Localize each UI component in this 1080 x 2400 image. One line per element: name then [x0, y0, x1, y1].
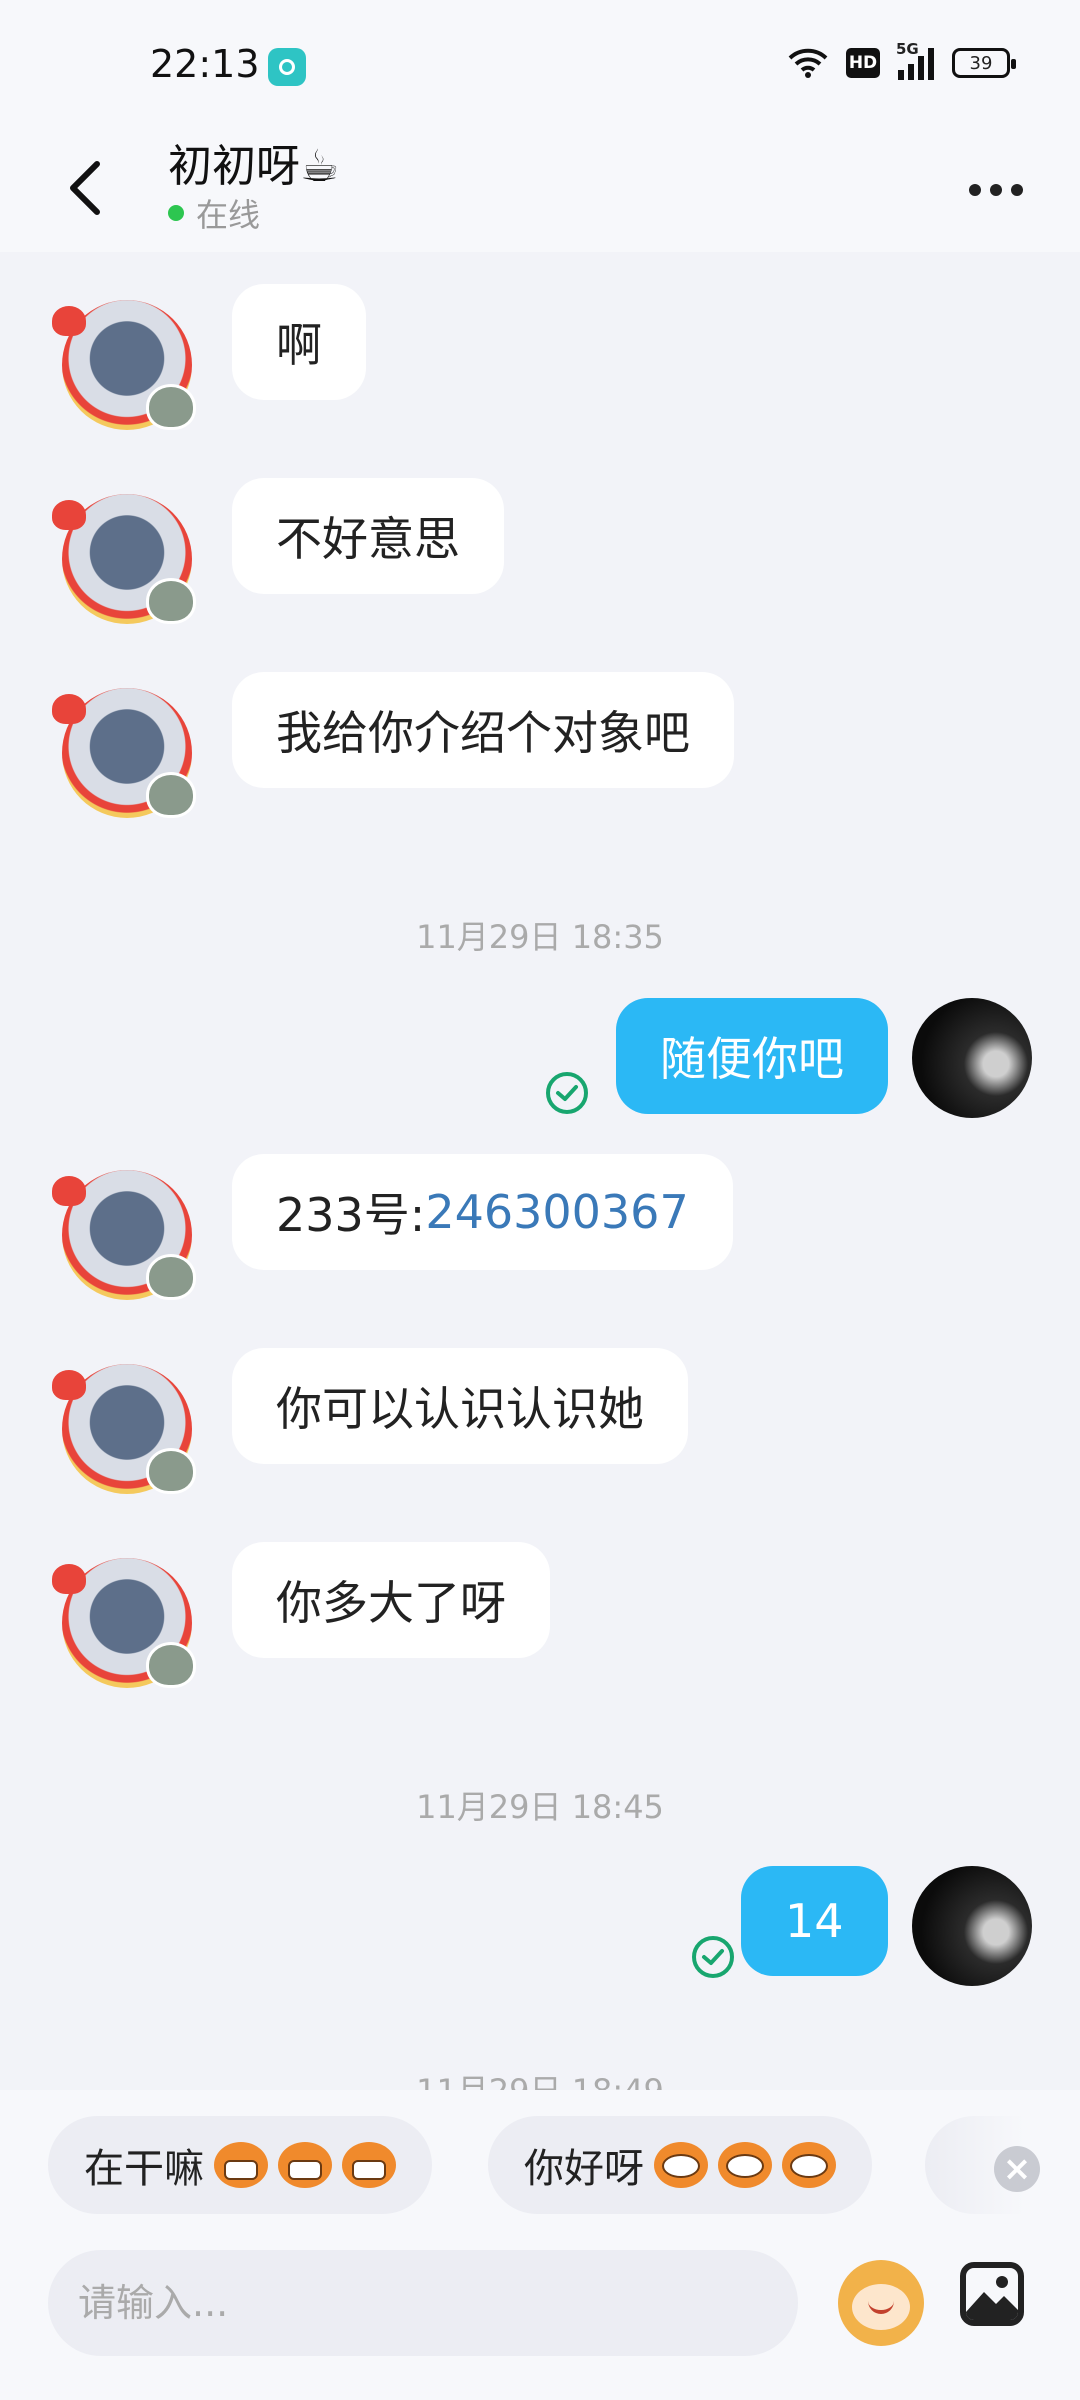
system-icons: HD 5G 39 [788, 40, 1016, 80]
quick-reply-chip[interactable]: 在干嘛 [48, 2116, 432, 2214]
outgoing-message[interactable]: 14 [741, 1866, 888, 1976]
quick-reply-text: 在干嘛 [84, 2146, 204, 2192]
contact-name[interactable]: 初初呀☕ [168, 130, 339, 194]
message-timestamp: 11月29日 18:35 [416, 918, 664, 956]
surprised-monkey-icon [654, 2142, 708, 2188]
my-avatar[interactable] [912, 998, 1032, 1118]
presence-status: 在线 [168, 190, 260, 236]
contact-avatar[interactable] [52, 494, 196, 624]
signal-label: 5G [896, 40, 919, 58]
hd-icon: HD [846, 48, 880, 78]
contact-avatar[interactable] [52, 688, 196, 818]
composer-bar [0, 2250, 1080, 2400]
my-avatar[interactable] [912, 1866, 1032, 1986]
status-bar: 22:13 HD 5G 39 [0, 0, 1080, 130]
contact-avatar[interactable] [52, 1170, 196, 1300]
incoming-message[interactable]: 啊 [232, 284, 366, 400]
contact-avatar[interactable] [52, 1364, 196, 1494]
grinning-monkey-icon [214, 2142, 268, 2188]
incoming-message[interactable]: 你多大了呀 [232, 1542, 550, 1658]
incoming-message[interactable]: 你可以认识认识她 [232, 1348, 688, 1464]
incoming-message[interactable]: 我给你介绍个对象吧 [232, 672, 734, 788]
quick-reply-bar: 在干嘛 你好呀 × [0, 2090, 1080, 2250]
surprised-monkey-icon [782, 2142, 836, 2188]
incoming-message[interactable]: 233号: 246300367 [232, 1154, 733, 1270]
back-button[interactable] [50, 148, 120, 228]
incoming-message[interactable]: 不好意思 [232, 478, 504, 594]
message-text: 233号: [276, 1188, 426, 1242]
contact-avatar[interactable] [52, 1558, 196, 1688]
quick-reply-chip[interactable]: 你好呀 [488, 2116, 872, 2214]
message-link[interactable]: 246300367 [425, 1185, 688, 1239]
wifi-icon [788, 47, 828, 79]
more-icon[interactable] [956, 170, 1036, 210]
image-icon[interactable] [960, 2262, 1024, 2326]
signal-icon: 5G [896, 40, 934, 80]
message-timestamp: 11月29日 18:45 [416, 1788, 664, 1826]
chat-header: 初初呀☕ 在线 [0, 130, 1080, 252]
outgoing-message[interactable]: 随便你吧 [616, 998, 888, 1114]
read-check-icon [546, 1072, 588, 1114]
grinning-monkey-icon [342, 2142, 396, 2188]
battery-icon: 39 [952, 48, 1016, 78]
surprised-monkey-icon [718, 2142, 772, 2188]
read-check-icon [692, 1936, 734, 1978]
contact-avatar[interactable] [52, 300, 196, 430]
back-arrow-icon [70, 161, 100, 215]
sticker-icon[interactable] [838, 2260, 924, 2346]
online-dot-icon [168, 205, 184, 221]
message-input[interactable] [48, 2250, 798, 2356]
grinning-monkey-icon [278, 2142, 332, 2188]
close-icon[interactable]: × [994, 2146, 1040, 2192]
notification-app-icon [268, 48, 306, 86]
status-time: 22:13 [150, 42, 260, 86]
presence-text: 在线 [196, 196, 261, 234]
quick-reply-text: 你好呀 [524, 2146, 644, 2192]
